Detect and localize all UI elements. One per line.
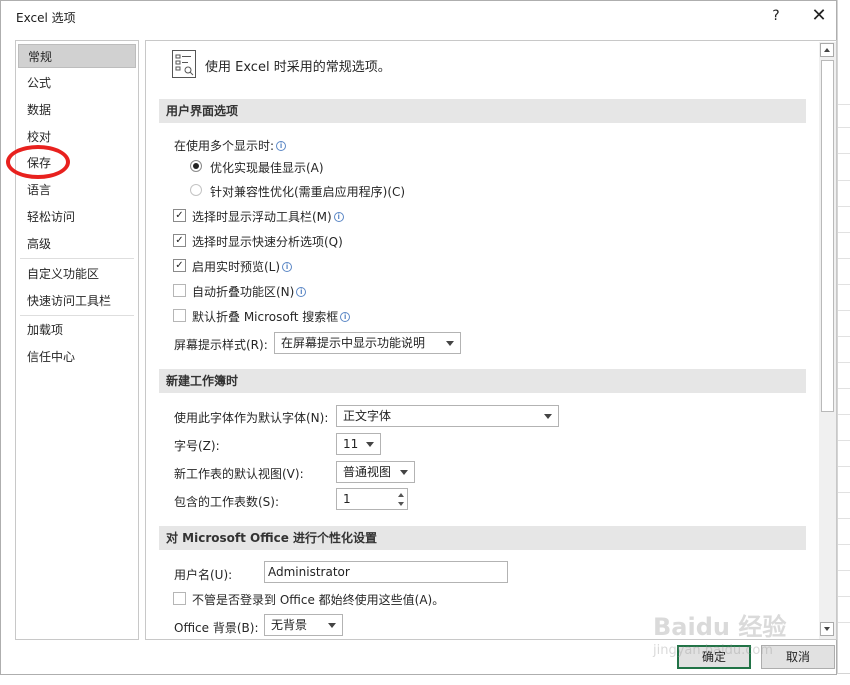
sheet-count-value: 1 xyxy=(343,492,351,506)
chevron-down-icon xyxy=(446,341,454,346)
dialog-title: Excel 选项 xyxy=(16,11,76,25)
scroll-up-button[interactable] xyxy=(820,43,834,57)
tooltip-style-value: 在屏幕提示中显示功能说明 xyxy=(281,336,426,350)
help-button[interactable]: ? xyxy=(765,5,787,27)
checkbox-quick-analysis[interactable]: ✓ xyxy=(173,234,186,247)
scroll-thumb[interactable] xyxy=(821,60,834,412)
watermark-logo: Baidu 经验 xyxy=(653,613,787,641)
nav-item-data[interactable]: 数据 xyxy=(18,98,136,122)
checkbox-always-use-label[interactable]: 不管是否登录到 Office 都始终使用这些值(A)。 xyxy=(192,591,444,608)
intro-text: 使用 Excel 时采用的常规选项。 xyxy=(205,60,391,75)
tooltip-style-select[interactable]: 在屏幕提示中显示功能说明 xyxy=(274,332,461,354)
radio-optimize-display-label[interactable]: 优化实现最佳显示(A) xyxy=(210,159,324,176)
nav-item-quick-access-toolbar[interactable]: 快速访问工具栏 xyxy=(18,289,136,313)
checkbox-live-preview-label[interactable]: 启用实时预览(L) i xyxy=(192,258,293,275)
nav-item-language[interactable]: 语言 xyxy=(18,178,136,202)
info-icon: i xyxy=(333,212,344,222)
highlight-circle xyxy=(6,145,70,179)
multi-display-label: 在使用多个显示时: i xyxy=(174,137,287,154)
default-font-select[interactable]: 正文字体 xyxy=(336,405,559,427)
font-size-select[interactable]: 11 xyxy=(336,433,381,455)
general-options-panel: 使用 Excel 时采用的常规选项。 用户界面选项 在使用多个显示时: i 优化实… xyxy=(145,40,837,640)
sheet-count-label: 包含的工作表数(S): xyxy=(174,495,280,509)
title-bar: Excel 选项 ? ✕ xyxy=(1,1,836,32)
close-button[interactable]: ✕ xyxy=(807,4,831,28)
chevron-up-icon xyxy=(824,48,830,52)
default-view-value: 普通视图 xyxy=(343,465,392,479)
default-font-label: 使用此字体作为默认字体(N): xyxy=(174,411,329,425)
office-background-select[interactable]: 无背景 xyxy=(264,614,343,636)
checkbox-mini-toolbar[interactable]: ✓ xyxy=(173,209,186,222)
options-nav: 常规 公式 数据 校对 保存 语言 轻松访问 高级 自定义功能区 快速访问工具栏… xyxy=(15,40,139,640)
default-view-label: 新工作表的默认视图(V): xyxy=(174,467,304,481)
scroll-down-button[interactable] xyxy=(820,622,834,636)
nav-item-advanced[interactable]: 高级 xyxy=(18,232,136,256)
checkbox-mini-toolbar-label[interactable]: 选择时显示浮动工具栏(M) i xyxy=(192,208,344,225)
checkbox-quick-analysis-label[interactable]: 选择时显示快速分析选项(Q) xyxy=(192,233,343,250)
spin-up-icon[interactable] xyxy=(398,493,404,497)
radio-optimize-compat-label[interactable]: 针对兼容性优化(需重启应用程序)(C) xyxy=(210,183,405,200)
info-icon: i xyxy=(296,287,307,297)
chevron-down-icon xyxy=(400,470,408,475)
radio-optimize-compat[interactable] xyxy=(190,184,202,196)
info-icon: i xyxy=(340,312,351,322)
nav-item-formulas[interactable]: 公式 xyxy=(18,71,136,95)
checkbox-collapse-ribbon-label[interactable]: 自动折叠功能区(N) i xyxy=(192,283,307,300)
default-font-value: 正文字体 xyxy=(343,409,392,423)
chevron-down-icon xyxy=(366,442,374,447)
font-size-label: 字号(Z): xyxy=(174,439,220,453)
nav-item-general[interactable]: 常规 xyxy=(18,44,136,68)
personalize-heading: 对 Microsoft Office 进行个性化设置 xyxy=(159,526,806,550)
nav-item-accessibility[interactable]: 轻松访问 xyxy=(18,205,136,229)
office-background-value: 无背景 xyxy=(271,618,308,632)
checkbox-collapse-ribbon[interactable] xyxy=(173,284,186,297)
username-input[interactable]: Administrator xyxy=(264,561,508,583)
chevron-down-icon xyxy=(544,414,552,419)
chevron-down-icon xyxy=(328,623,336,628)
chevron-down-icon xyxy=(824,627,830,631)
spin-down-icon[interactable] xyxy=(398,502,404,506)
office-background-label: Office 背景(B): xyxy=(174,621,259,635)
background-sheet-edge xyxy=(837,0,850,685)
checkbox-always-use[interactable] xyxy=(173,592,186,605)
general-options-icon xyxy=(172,50,196,78)
nav-item-trust-center[interactable]: 信任中心 xyxy=(18,345,136,369)
sheet-count-stepper[interactable]: 1 xyxy=(336,488,408,510)
radio-optimize-display[interactable] xyxy=(190,160,202,172)
username-label: 用户名(U): xyxy=(174,568,233,582)
nav-item-customize-ribbon[interactable]: 自定义功能区 xyxy=(18,262,136,286)
watermark-url: jingyan.baidu.com xyxy=(653,643,773,658)
checkbox-collapse-search-label[interactable]: 默认折叠 Microsoft 搜索框 i xyxy=(192,308,351,325)
info-icon: i xyxy=(276,141,287,151)
nav-item-add-ins[interactable]: 加载项 xyxy=(18,318,136,342)
nav-divider xyxy=(20,258,134,259)
checkbox-collapse-search[interactable] xyxy=(173,309,186,322)
vertical-scrollbar[interactable] xyxy=(819,42,836,639)
tooltip-style-label: 屏幕提示样式(R): xyxy=(174,338,268,352)
checkbox-live-preview[interactable]: ✓ xyxy=(173,259,186,272)
default-view-select[interactable]: 普通视图 xyxy=(336,461,415,483)
excel-options-dialog: Excel 选项 ? ✕ 常规 公式 数据 校对 保存 语言 轻松访问 高级 自… xyxy=(0,0,837,675)
new-workbook-heading: 新建工作簿时 xyxy=(159,369,806,393)
info-icon: i xyxy=(282,262,293,272)
ui-options-heading: 用户界面选项 xyxy=(159,99,806,123)
nav-divider xyxy=(20,315,134,316)
font-size-value: 11 xyxy=(343,437,359,451)
